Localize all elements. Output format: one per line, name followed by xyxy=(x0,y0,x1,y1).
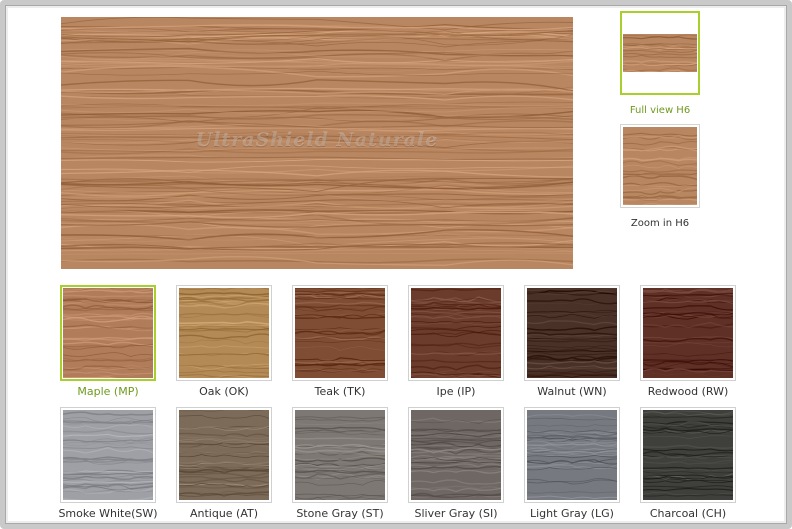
zoom-view-caption[interactable]: Zoom in H6 xyxy=(600,218,720,229)
watermark-text: UltraShield Naturale xyxy=(195,129,439,151)
zoom-view-thumbnail[interactable] xyxy=(620,124,700,208)
swatch-wood-image xyxy=(527,410,617,500)
main-preview-image: UltraShield Naturale xyxy=(61,17,573,269)
swatch-charcoal-ch[interactable] xyxy=(640,407,736,503)
swatch-antique-at[interactable] xyxy=(176,407,272,503)
swatch-caption[interactable]: Teak (TK) xyxy=(282,385,398,398)
swatch-caption[interactable]: Smoke White(SW) xyxy=(50,507,166,520)
swatch-light-gray-lg[interactable] xyxy=(524,407,620,503)
swatch-walnut-wn[interactable] xyxy=(524,285,620,381)
swatch-caption[interactable]: Walnut (WN) xyxy=(514,385,630,398)
swatch-caption[interactable]: Charcoal (CH) xyxy=(630,507,746,520)
swatch-oak-ok[interactable] xyxy=(176,285,272,381)
swatch-caption[interactable]: Light Gray (LG) xyxy=(514,507,630,520)
gallery-frame: UltraShield Naturale Full view H6 Zoom i… xyxy=(0,0,792,529)
swatch-wood-image xyxy=(179,288,269,378)
full-view-thumbnail[interactable] xyxy=(620,11,700,95)
swatch-stone-gray-st[interactable] xyxy=(292,407,388,503)
zoom-view-wood-image xyxy=(623,127,697,205)
swatch-caption[interactable]: Ipe (IP) xyxy=(398,385,514,398)
swatch-ipe-ip[interactable] xyxy=(408,285,504,381)
swatch-caption[interactable]: Sliver Gray (SI) xyxy=(398,507,514,520)
swatch-redwood-rw[interactable] xyxy=(640,285,736,381)
swatch-wood-image xyxy=(411,410,501,500)
swatch-caption[interactable]: Oak (OK) xyxy=(166,385,282,398)
swatch-wood-image xyxy=(63,288,153,378)
swatch-caption[interactable]: Redwood (RW) xyxy=(630,385,746,398)
swatch-smoke-white-sw[interactable] xyxy=(60,407,156,503)
swatch-wood-image xyxy=(179,410,269,500)
swatch-wood-image xyxy=(295,288,385,378)
swatch-caption[interactable]: Maple (MP) xyxy=(50,385,166,398)
full-view-wood-image xyxy=(623,14,697,92)
full-view-caption[interactable]: Full view H6 xyxy=(600,105,720,116)
swatch-wood-image xyxy=(527,288,617,378)
swatch-wood-image xyxy=(643,410,733,500)
swatch-maple-mp[interactable] xyxy=(60,285,156,381)
swatch-wood-image xyxy=(295,410,385,500)
swatch-caption[interactable]: Stone Gray (ST) xyxy=(282,507,398,520)
swatch-teak-tk[interactable] xyxy=(292,285,388,381)
swatch-wood-image xyxy=(63,410,153,500)
swatch-sliver-gray-si[interactable] xyxy=(408,407,504,503)
swatch-wood-image xyxy=(643,288,733,378)
swatch-wood-image xyxy=(411,288,501,378)
swatch-caption[interactable]: Antique (AT) xyxy=(166,507,282,520)
